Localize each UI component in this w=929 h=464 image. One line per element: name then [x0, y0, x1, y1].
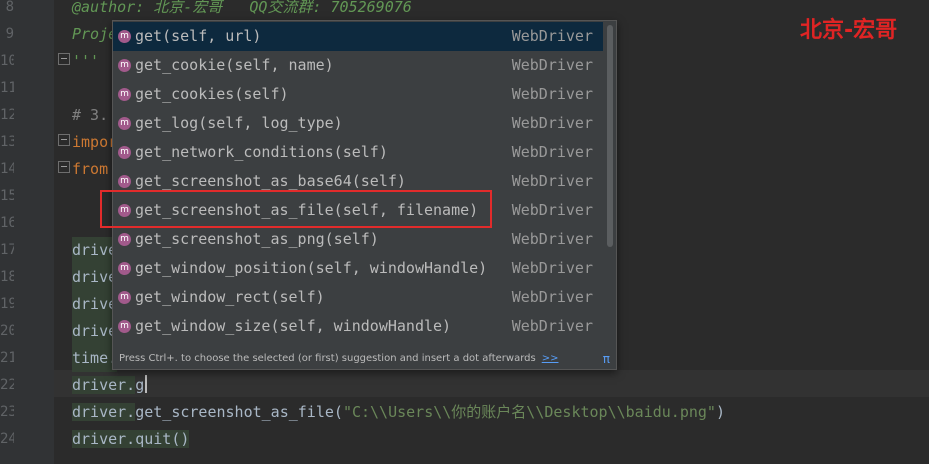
method-icon: m [118, 88, 131, 101]
code-line[interactable]: # 3. [72, 102, 108, 129]
suggestion-item[interactable]: m get_cookies(self) WebDriver [113, 80, 603, 109]
fold-marker-icon[interactable] [58, 134, 70, 146]
line-number: 17 [0, 242, 14, 258]
current-line-highlight [54, 370, 929, 397]
suggestion-name: get_screenshot_as_png(self) [135, 230, 379, 248]
line-number: 22 [0, 377, 14, 393]
suggestion-type: WebDriver [511, 259, 593, 277]
line-number: 9 [5, 26, 14, 42]
line-number: 15 [0, 188, 14, 204]
method-icon: m [118, 175, 131, 188]
code-token: driver. [72, 376, 136, 394]
highlight-annotation-box [100, 190, 492, 228]
line-number: 24 [0, 431, 14, 447]
method-icon: m [118, 262, 131, 275]
suggestion-name: get_log(self, log_type) [135, 114, 343, 132]
method-icon: m [118, 233, 131, 246]
suggestion-type: WebDriver [511, 27, 593, 45]
method-icon: m [118, 117, 131, 130]
suggestion-name: get(self, url) [135, 27, 262, 45]
line-number: 23 [0, 404, 14, 420]
suggestion-item[interactable]: m get_screenshot_as_png(self) WebDriver [113, 225, 603, 254]
more-link[interactable]: >> [542, 353, 559, 364]
suggestion-type: WebDriver [511, 201, 593, 219]
line-number: 14 [0, 161, 14, 177]
suggestion-name: get_window_position(self, windowHandle) [135, 259, 488, 277]
line-number: 19 [0, 296, 14, 312]
suggestion-type: WebDriver [511, 56, 593, 74]
code-token: get_screenshot_as_file( [135, 403, 343, 421]
code-token: ) [715, 403, 725, 421]
code-line[interactable]: drive [72, 291, 118, 318]
suggestion-item[interactable]: m get_network_conditions(self) WebDriver [113, 138, 603, 167]
suggestion-type: WebDriver [511, 288, 593, 306]
suggestion-item[interactable]: m get_window_position(self, windowHandle… [113, 254, 603, 283]
suggestion-item[interactable]: m get(self, url) WebDriver [113, 22, 603, 51]
suggestion-type: WebDriver [511, 172, 593, 190]
suggestion-name: get_window_rect(self) [135, 288, 325, 306]
code-line[interactable]: drive [72, 237, 118, 264]
text-caret [145, 375, 147, 393]
suggestion-name: get_cookie(self, name) [135, 56, 334, 74]
suggestion-type: WebDriver [511, 230, 593, 248]
method-icon: m [118, 320, 131, 333]
suggestion-name: get_network_conditions(self) [135, 143, 388, 161]
code-line-current[interactable]: driver.g [72, 372, 144, 399]
code-line[interactable]: impor [72, 129, 117, 156]
popup-scrollbar-thumb[interactable] [607, 25, 613, 247]
fold-marker-icon[interactable] [58, 53, 70, 65]
code-token: driver.quit() [72, 430, 190, 448]
line-number: 13 [0, 134, 14, 150]
popup-footer: Press Ctrl+. to choose the selected (or … [113, 349, 616, 369]
line-number: 8 [5, 0, 14, 15]
code-line[interactable]: @author: 北京-宏哥 QQ交流群: 705269076 [72, 0, 412, 21]
suggestion-name: get_cookies(self) [135, 85, 289, 103]
line-number: 20 [0, 323, 14, 339]
suggestion-type: WebDriver [511, 114, 593, 132]
line-number: 18 [0, 269, 14, 285]
suggestion-name: get_window_size(self, windowHandle) [135, 317, 452, 335]
line-number-gutter: 8 9 10 11 12 13 14 15 16 17 18 19 20 21 … [0, 0, 54, 464]
suggestion-type: WebDriver [511, 143, 593, 161]
method-icon: m [118, 30, 131, 43]
line-number: 11 [0, 80, 14, 96]
code-token: driver. [72, 403, 136, 421]
code-line[interactable]: Proje [72, 21, 117, 48]
fold-marker-icon[interactable] [58, 161, 70, 173]
popup-hint-text: Press Ctrl+. to choose the selected (or … [119, 353, 536, 364]
suggestion-item[interactable]: m get_window_size(self, windowHandle) We… [113, 312, 603, 341]
method-icon: m [118, 291, 131, 304]
code-line[interactable]: driver.get_screenshot_as_file("C:\\Users… [72, 399, 725, 426]
code-line[interactable]: time. [72, 345, 118, 372]
line-number: 10 [0, 53, 14, 69]
method-icon: m [118, 59, 131, 72]
code-line[interactable]: drive [72, 264, 118, 291]
suggestion-type: WebDriver [511, 85, 593, 103]
line-number: 12 [0, 107, 14, 123]
code-line[interactable]: from [72, 156, 108, 183]
method-icon: m [118, 146, 131, 159]
code-line[interactable]: drive [72, 318, 118, 345]
code-line[interactable]: driver.quit() [72, 426, 190, 453]
line-number: 21 [0, 350, 14, 366]
code-line[interactable]: ''' [72, 48, 99, 75]
typed-text: g [135, 376, 145, 394]
watermark: 北京-宏哥 [800, 18, 898, 43]
suggestion-item[interactable]: m get_log(self, log_type) WebDriver [113, 109, 603, 138]
suggestion-item[interactable]: m get_window_rect(self) WebDriver [113, 283, 603, 312]
suggestion-type: WebDriver [511, 317, 593, 335]
suggestion-item[interactable]: m get_cookie(self, name) WebDriver [113, 51, 603, 80]
pi-icon[interactable]: π [603, 349, 610, 369]
code-string: "C:\\Users\\你的账户名\\Desktop\\baidu.png" [342, 403, 716, 421]
line-number: 16 [0, 215, 14, 231]
